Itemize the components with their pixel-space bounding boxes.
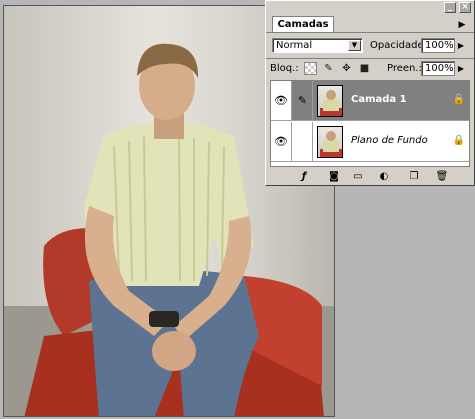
brush-icon[interactable]: ✎: [293, 81, 313, 120]
trash-icon[interactable]: 🗑: [434, 170, 450, 183]
lock-icon[interactable]: ■: [358, 62, 371, 75]
tab-divider: [266, 32, 474, 33]
layer-name: Plano de Fundo: [351, 135, 428, 146]
fx-icon[interactable]: ƒ: [296, 170, 312, 183]
lock-icon: 🔒: [452, 135, 465, 146]
blend-mode-value: Normal: [276, 40, 313, 51]
fill-input[interactable]: 100%: [421, 61, 455, 76]
opacity-input[interactable]: 100%: [421, 38, 455, 53]
chevron-down-icon[interactable]: ▼: [348, 40, 361, 51]
link-slot[interactable]: [293, 122, 313, 161]
layers-list: 👁 ✎ Camada 1 🔒 👁 Plano de Fundo 🔒: [270, 80, 470, 167]
layer-name: Camada 1: [351, 94, 407, 105]
fill-slider-arrow-icon[interactable]: ▶: [456, 62, 466, 75]
palette-titlebar[interactable]: _ ×: [266, 1, 474, 15]
transparency-lock-icon[interactable]: [304, 62, 317, 75]
opacity-slider-arrow-icon[interactable]: ▶: [456, 39, 466, 52]
minimize-icon[interactable]: _: [444, 2, 456, 13]
mask-icon[interactable]: ◙: [326, 170, 342, 183]
palette-bottom-bar: ƒ ◙ ▭ ◐ ❐ 🗑: [266, 169, 474, 185]
palette-menu-icon[interactable]: ▶: [455, 19, 469, 31]
tab-layers[interactable]: Camadas: [272, 16, 334, 33]
layers-palette: _ × Camadas ▶ Normal ▼ Opacidade: 100% ▶…: [265, 0, 475, 186]
layer-row-camada-1[interactable]: 👁 ✎ Camada 1 🔒: [271, 81, 469, 121]
divider: [266, 58, 474, 59]
fill-label: Preen.:: [387, 63, 422, 74]
close-icon[interactable]: ×: [459, 2, 471, 13]
folder-icon[interactable]: ▭: [350, 170, 366, 183]
brush-icon[interactable]: ✎: [322, 62, 335, 75]
adjustment-icon[interactable]: ◐: [376, 170, 392, 183]
layer-thumbnail: [317, 126, 343, 158]
eye-icon[interactable]: 👁: [271, 122, 292, 161]
layer-row-plano-de-fundo[interactable]: 👁 Plano de Fundo 🔒: [271, 122, 469, 162]
eye-icon[interactable]: 👁: [271, 81, 292, 120]
lock-label: Bloq.:: [270, 63, 299, 74]
move-icon[interactable]: ✥: [340, 62, 353, 75]
blend-mode-select[interactable]: Normal ▼: [272, 38, 363, 53]
lock-icon: 🔒: [452, 94, 465, 105]
new-layer-icon[interactable]: ❐: [406, 170, 422, 183]
opacity-label: Opacidade:: [370, 40, 427, 51]
layer-thumbnail: [317, 85, 343, 117]
